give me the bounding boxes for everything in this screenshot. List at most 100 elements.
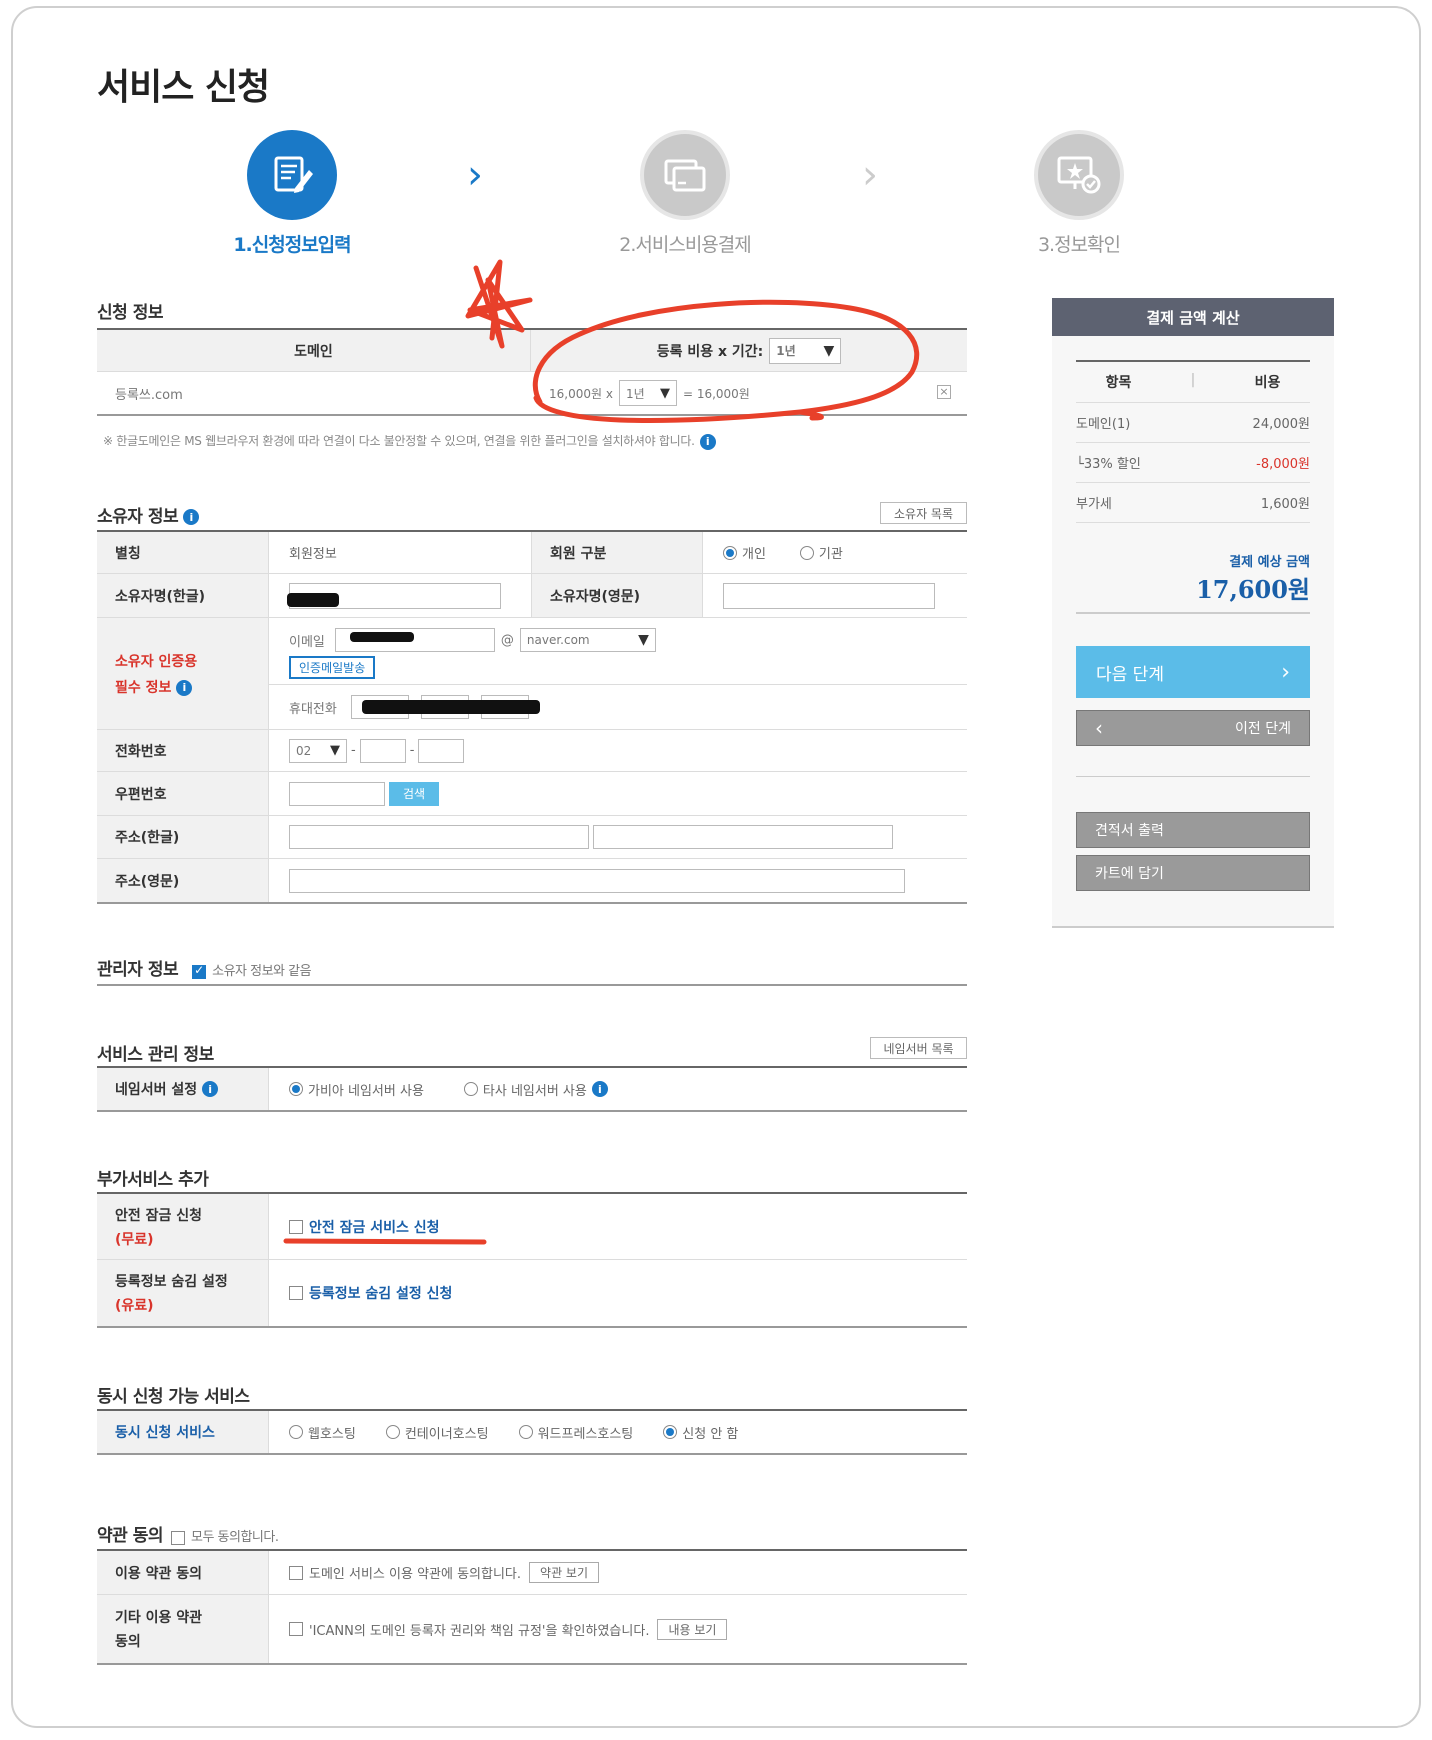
lock-row: 안전 잠금 신청 (무료) 안전 잠금 서비스 신청 bbox=[97, 1194, 967, 1260]
zip-fields: 검색 bbox=[269, 772, 967, 815]
next-step-button[interactable]: 다음 단계 › bbox=[1076, 646, 1310, 698]
agree-all-checkbox[interactable] bbox=[170, 1530, 185, 1545]
phone-input-2[interactable] bbox=[359, 738, 406, 763]
privacy-service-link[interactable]: 등록정보 숨김 설정 신청 bbox=[309, 1283, 452, 1303]
view-terms-button[interactable]: 약관 보기 bbox=[529, 1562, 600, 1583]
owner-name-ko-label: 소유자명(한글) bbox=[97, 574, 269, 617]
usage-terms-checkbox[interactable] bbox=[289, 1565, 303, 1580]
period-header-select[interactable]: 1년 ▼ bbox=[769, 337, 842, 364]
payment-row: 부가세 1,600원 bbox=[1076, 483, 1310, 523]
zip-input[interactable] bbox=[289, 781, 385, 806]
divider bbox=[1076, 612, 1310, 614]
step-2: 2.서비스비용결제 bbox=[575, 130, 795, 257]
other-terms-checkbox[interactable] bbox=[289, 1622, 303, 1636]
total-text: = 16,000원 bbox=[682, 386, 750, 401]
payment-row: 도메인(1) 24,000원 bbox=[1076, 403, 1310, 443]
concurrent-options: 웹호스팅 컨테이너호스팅 워드프레스호스팅 신청 안 함 bbox=[269, 1411, 967, 1453]
wordpress-hosting-radio[interactable] bbox=[518, 1425, 533, 1439]
fee-period-label: 등록 비용 x 기간: bbox=[656, 343, 764, 360]
address-ko-input-1[interactable] bbox=[289, 825, 589, 849]
address-en-row: 주소(영문) bbox=[97, 859, 967, 902]
chevron-down-icon: ▼ bbox=[823, 342, 835, 359]
period-select[interactable]: 1년 ▼ bbox=[618, 380, 677, 406]
info-icon[interactable]: i bbox=[699, 433, 716, 450]
info-icon[interactable]: i bbox=[591, 1081, 608, 1097]
lock-label: 안전 잠금 신청 (무료) bbox=[97, 1194, 269, 1259]
privacy-row: 등록정보 숨김 설정 (유료) 등록정보 숨김 설정 신청 bbox=[97, 1260, 967, 1326]
domain-column-header: 도메인 bbox=[97, 330, 531, 371]
phone-prefix-select[interactable]: 02 ▼ bbox=[289, 738, 347, 763]
divider bbox=[1076, 776, 1310, 777]
concurrent-table: 동시 신청 서비스 웹호스팅 컨테이너호스팅 워드프레스호스팅 신청 안 함 bbox=[97, 1409, 967, 1455]
step-1-label: 1.신청정보입력 bbox=[233, 234, 351, 256]
lock-service-link[interactable]: 안전 잠금 서비스 신청 bbox=[309, 1217, 440, 1237]
phone-row: 전화번호 02 ▼ - - bbox=[97, 730, 967, 772]
no-service-radio[interactable] bbox=[663, 1425, 678, 1439]
step-1: 1.신청정보입력 bbox=[182, 130, 402, 257]
member-type-options: 개인 기관 bbox=[703, 532, 967, 573]
type-personal-radio[interactable] bbox=[723, 545, 737, 560]
remove-domain-icon[interactable]: × bbox=[937, 385, 951, 399]
send-verify-email-button[interactable]: 인증메일발송 bbox=[289, 656, 376, 679]
email-label: 이메일 bbox=[289, 634, 325, 650]
same-as-owner-checkbox[interactable] bbox=[192, 963, 207, 979]
domain-row: 등록쓰.com 16,000원 x 1년 ▼ = 16,000원 × bbox=[97, 372, 967, 414]
email-block: 이메일 @ naver.com ▼ 인증메일발송 bbox=[269, 618, 967, 685]
application-table: 도메인 등록 비용 x 기간: 1년 ▼ 등록쓰.com 16,000원 x 1년… bbox=[97, 328, 967, 416]
info-icon[interactable]: i bbox=[176, 679, 193, 696]
container-hosting-radio[interactable] bbox=[385, 1425, 400, 1439]
prev-step-button[interactable]: ‹ 이전 단계 bbox=[1076, 710, 1310, 746]
owner-list-button[interactable]: 소유자 목록 bbox=[880, 502, 967, 524]
redaction-mark bbox=[287, 593, 339, 607]
nameserver-list-button[interactable]: 네임서버 목록 bbox=[870, 1037, 967, 1059]
view-content-button[interactable]: 내용 보기 bbox=[657, 1618, 728, 1640]
page-title: 서비스 신청 bbox=[97, 67, 270, 108]
terms-table: 이용 약관 동의 도메인 서비스 이용 약관에 동의합니다. 약관 보기 기타 … bbox=[97, 1549, 967, 1665]
member-type-label: 회원 구분 bbox=[531, 532, 703, 573]
add-to-cart-button[interactable]: 카트에 담기 bbox=[1076, 855, 1310, 891]
ns-other-radio[interactable] bbox=[463, 1082, 478, 1096]
email-domain-select[interactable]: naver.com ▼ bbox=[519, 628, 656, 652]
nameserver-options: 가비아 네임서버 사용 타사 네임서버 사용 i bbox=[269, 1068, 967, 1110]
privacy-label: 등록정보 숨김 설정 (유료) bbox=[97, 1260, 269, 1326]
service-mgmt-section-title: 서비스 관리 정보 bbox=[97, 1045, 214, 1065]
divider bbox=[97, 984, 967, 986]
privacy-checkbox[interactable] bbox=[289, 1286, 303, 1300]
address-ko-row: 주소(한글) bbox=[97, 816, 967, 859]
nameserver-label: 네임서버 설정 i bbox=[97, 1068, 269, 1110]
chevron-right-icon: › bbox=[1281, 659, 1290, 685]
address-en-input[interactable] bbox=[289, 868, 905, 893]
chevron-down-icon: ▼ bbox=[659, 385, 670, 401]
address-ko-input-2[interactable] bbox=[593, 825, 893, 849]
lock-checkbox[interactable] bbox=[289, 1219, 303, 1234]
concurrent-label: 동시 신청 서비스 bbox=[97, 1411, 269, 1453]
zip-search-button[interactable]: 검색 bbox=[389, 781, 439, 806]
expected-amount: 결제 예상 금액 17,600원 bbox=[1196, 555, 1310, 604]
usage-terms-row: 이용 약관 동의 도메인 서비스 이용 약관에 동의합니다. 약관 보기 bbox=[97, 1551, 967, 1595]
addons-table: 안전 잠금 신청 (무료) 안전 잠금 서비스 신청 등록정보 숨김 설정 (유… bbox=[97, 1192, 967, 1328]
step-2-label: 2.서비스비용결제 bbox=[619, 234, 752, 256]
address-ko-label: 주소(한글) bbox=[97, 816, 269, 858]
owner-table: 별칭 회원정보 회원 구분 개인 기관 소유자명(한글) 소유자명(영문) 소유… bbox=[97, 530, 967, 904]
phone-fields: 02 ▼ - - bbox=[269, 730, 967, 771]
step-arrow-icon: › bbox=[862, 152, 878, 198]
payment-panel-title: 결제 금액 계산 bbox=[1052, 298, 1334, 336]
web-hosting-radio[interactable] bbox=[289, 1425, 303, 1439]
form-edit-icon bbox=[247, 130, 337, 220]
chevron-left-icon: ‹ bbox=[1095, 716, 1103, 740]
type-org-radio[interactable] bbox=[799, 545, 814, 560]
info-icon[interactable]: i bbox=[202, 1081, 219, 1097]
payment-header-row: 항목 | 비용 bbox=[1076, 360, 1310, 403]
phone-input-3[interactable] bbox=[418, 738, 465, 763]
ns-gabia-radio[interactable] bbox=[289, 1082, 303, 1096]
privacy-option: 등록정보 숨김 설정 신청 bbox=[269, 1260, 967, 1326]
print-quote-button[interactable]: 견적서 출력 bbox=[1076, 812, 1310, 848]
nameserver-row: 네임서버 설정 i 가비아 네임서버 사용 타사 네임서버 사용 i bbox=[97, 1068, 967, 1110]
terms-section-title: 약관 동의 모두 동의합니다. bbox=[97, 1526, 279, 1546]
usage-terms-label: 이용 약관 동의 bbox=[97, 1551, 269, 1594]
phone-label: 전화번호 bbox=[97, 730, 269, 771]
card-payment-icon bbox=[640, 130, 730, 220]
confirm-screen-icon bbox=[1034, 130, 1124, 220]
info-icon[interactable]: i bbox=[183, 509, 200, 525]
owner-name-en-input[interactable] bbox=[723, 582, 935, 609]
